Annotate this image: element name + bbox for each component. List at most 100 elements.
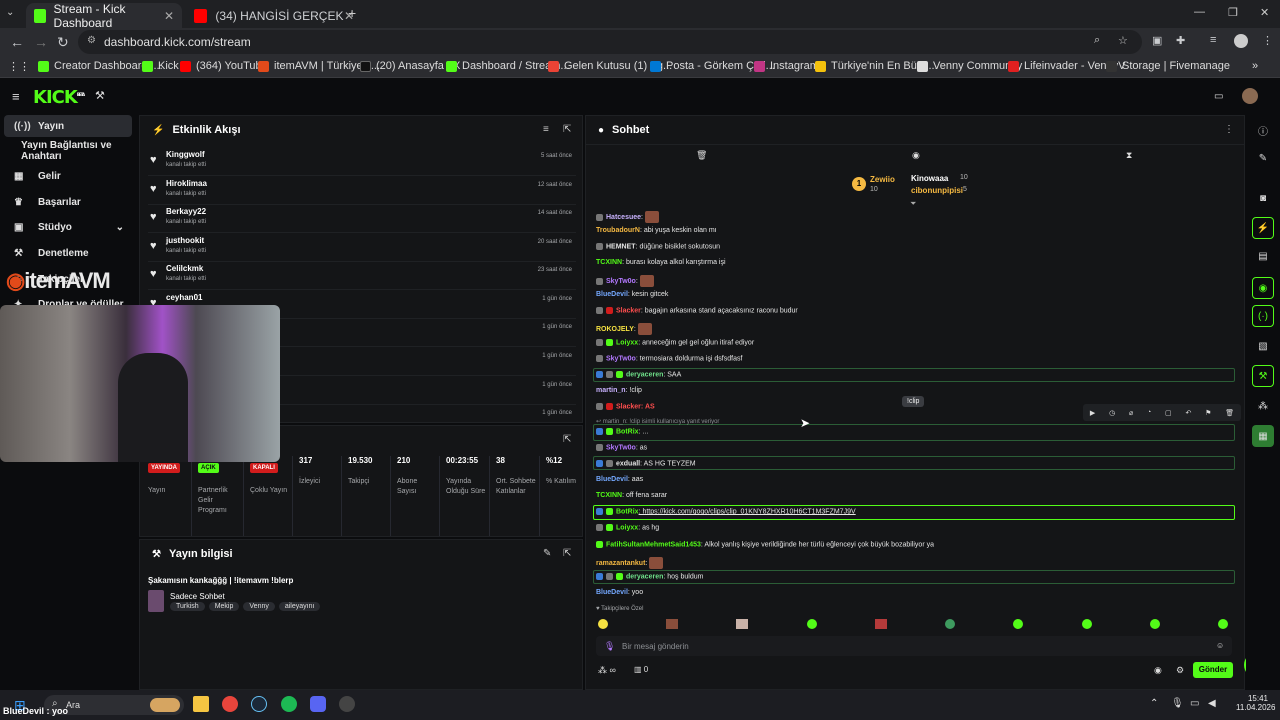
chat-username[interactable]: TCXINN <box>596 259 622 266</box>
emote-icon[interactable] <box>1081 619 1092 629</box>
tag-chip[interactable]: Mekip <box>208 602 240 611</box>
emote-icon[interactable] <box>874 619 887 629</box>
chat-username[interactable]: exduall <box>616 460 640 467</box>
emote-icon[interactable] <box>945 619 956 629</box>
delete-icon[interactable]: 🗑 <box>1225 409 1234 417</box>
tag-chip[interactable]: Venny <box>243 602 275 611</box>
top-user-name[interactable]: Zewiio <box>870 175 895 184</box>
chat-menu-icon[interactable]: ⋮ <box>1224 124 1234 135</box>
category-name[interactable]: Sadece Sohbet <box>170 592 225 601</box>
reload-icon[interactable]: ↻ <box>57 34 69 51</box>
sidebar-item-studyo[interactable]: ▣ Stüdyo ⌄ <box>4 216 132 238</box>
send-button[interactable]: Gönder <box>1193 662 1233 678</box>
hourglass-icon[interactable]: ⧗ <box>1126 150 1132 161</box>
steam-icon[interactable] <box>251 696 267 712</box>
tag-chip[interactable]: aileyayını <box>278 602 321 611</box>
microphone-icon[interactable]: 🎙 <box>604 641 615 652</box>
browser-menu-icon[interactable]: ⋮ <box>1262 34 1273 47</box>
camera-icon[interactable]: ◙ <box>1252 187 1274 209</box>
emote-icon[interactable] <box>1217 619 1228 629</box>
reply-icon[interactable]: ◔ <box>1147 409 1151 416</box>
chat-username[interactable]: BlueDevil <box>596 589 628 596</box>
kick-logo[interactable]: KICKBETA <box>33 87 85 108</box>
emote-icon[interactable] <box>1149 619 1160 629</box>
extension-icon[interactable]: ▣ <box>1152 34 1162 47</box>
sidebar-item-stream-key[interactable]: Yayın Bağlantısı ve Anahtarı <box>4 140 132 162</box>
notes-icon[interactable]: ▤ <box>1252 245 1274 267</box>
file-explorer-icon[interactable] <box>193 696 209 712</box>
app-icon[interactable]: ▦ <box>1252 425 1274 447</box>
extensions-puzzle-icon[interactable]: ✚ <box>1176 34 1185 47</box>
popout-icon[interactable]: ⇱ <box>563 548 571 559</box>
maximize-icon[interactable]: ❐ <box>1228 6 1238 19</box>
pin-icon[interactable]: ⚒ <box>95 89 105 102</box>
popout-icon[interactable]: ⇱ <box>563 434 571 445</box>
tag-chip[interactable]: Turkish <box>170 602 205 611</box>
chat-username[interactable]: HEMNET <box>606 243 636 250</box>
tray-chevron-icon[interactable]: ⌃ <box>1150 698 1158 709</box>
back-icon[interactable]: ← <box>10 34 24 50</box>
emote-icon[interactable] <box>806 619 817 629</box>
chat-username[interactable]: SkyTw0o <box>606 355 636 362</box>
channel-points-icon[interactable]: ⁂ ∞ <box>598 665 616 676</box>
chat-username[interactable]: Loiyxx <box>616 339 638 346</box>
expand-chevron-icon[interactable]: ⏷ <box>910 199 916 209</box>
sidebar-item-yayin[interactable]: ((·)) Yayın <box>4 115 132 137</box>
chat-username[interactable]: BotRix <box>616 428 639 435</box>
new-tab-icon[interactable]: + <box>348 5 356 21</box>
popout-icon[interactable]: ⇱ <box>563 124 571 135</box>
event-user[interactable]: Kinggwolf <box>166 150 205 159</box>
bolt-icon[interactable]: ⚡ <box>1252 217 1274 239</box>
chat-username[interactable]: SkyTw0o <box>606 278 636 285</box>
pencil-icon[interactable]: ✎ <box>1252 147 1274 169</box>
chat-username[interactable]: Slacker <box>616 403 641 410</box>
site-info-icon[interactable]: ⚙ <box>87 35 96 46</box>
bookmark-item[interactable]: Storage | Fivemanage <box>1106 60 1230 72</box>
chat-link[interactable]: : https://kick.com/gogo/clips/clip_01KNY… <box>639 508 856 515</box>
zoom-icon[interactable]: ⌕ <box>1094 34 1100 47</box>
tab-list-icon[interactable]: ⌄ <box>6 7 14 18</box>
profile-avatar[interactable] <box>1234 34 1248 48</box>
chat-username[interactable]: ramazantankut <box>596 560 645 567</box>
bookmark-star-icon[interactable]: ☆ <box>1118 34 1128 47</box>
chat-mode-icon[interactable]: ◉ <box>912 150 920 161</box>
chevron-down-icon[interactable]: ⌄ <box>116 222 124 233</box>
emote-icon[interactable] <box>1013 619 1024 629</box>
chat-username[interactable]: deryaceren <box>626 371 663 378</box>
spotify-icon[interactable] <box>281 696 297 712</box>
chat-username[interactable]: deryaceren <box>626 573 663 580</box>
chat-username[interactable]: Slacker <box>616 307 641 314</box>
minimize-icon[interactable]: — <box>1194 6 1205 18</box>
emoji-icon[interactable]: ☺ <box>1216 641 1224 650</box>
close-window-icon[interactable]: ✕ <box>1260 6 1269 19</box>
bookmark-item[interactable]: Instagram <box>754 60 819 72</box>
timeout-icon[interactable]: ◷ <box>1109 409 1115 417</box>
reading-list-icon[interactable]: ≡ <box>1210 34 1216 46</box>
pin-icon[interactable]: ⚑ <box>1205 409 1211 417</box>
filter-icon[interactable]: ≡ <box>543 124 549 135</box>
tab-kick-dashboard[interactable]: Stream - Kick Dashboard ✕ <box>26 2 182 30</box>
chat-username[interactable]: martin_n <box>596 387 626 394</box>
emote-icon[interactable] <box>736 619 749 629</box>
forward-icon[interactable]: → <box>34 34 48 50</box>
chat-username[interactable]: BotRix <box>616 508 639 515</box>
play-icon[interactable]: ▶ <box>1090 409 1095 417</box>
url-field[interactable]: ⚙ dashboard.kick.com/stream ⌕ ☆ <box>78 30 1142 54</box>
sidebar-item-basarilar[interactable]: ♛ Başarılar <box>4 191 132 213</box>
undo-icon[interactable]: ↶ <box>1185 409 1191 417</box>
emote-icon[interactable] <box>598 619 608 629</box>
microphone-icon[interactable]: 🎙 <box>1171 698 1184 709</box>
settings-gear-icon[interactable]: ⚙ <box>1176 665 1184 676</box>
edit-icon[interactable]: ✎ <box>543 548 551 559</box>
info-icon[interactable]: ⓘ <box>1252 119 1274 141</box>
chat-username[interactable]: BlueDevil <box>596 291 628 298</box>
event-user[interactable]: justhookit <box>166 236 204 245</box>
event-user[interactable]: Berkayy22 <box>166 207 206 216</box>
sidebar-item-denetleme[interactable]: ⚒ Denetleme <box>4 242 132 264</box>
trash-icon[interactable]: 🗑 <box>696 150 707 161</box>
wrench-icon[interactable]: ⚒ <box>1252 365 1274 387</box>
chat-username[interactable]: TCXINN <box>596 492 622 499</box>
chat-username[interactable]: SkyTw0o <box>606 444 636 451</box>
bookmark-item[interactable]: Kick <box>142 60 179 72</box>
user-avatar[interactable] <box>1242 88 1258 104</box>
